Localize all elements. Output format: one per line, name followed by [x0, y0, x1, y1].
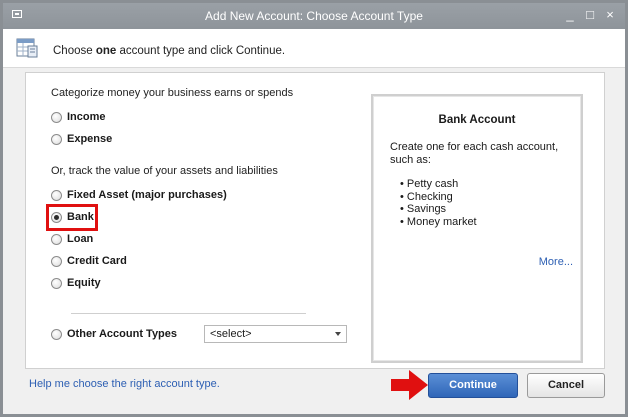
- red-arrow-icon: [391, 370, 428, 400]
- dropdown-arrow-icon[interactable]: [335, 332, 341, 336]
- radio-income-label: Income: [67, 111, 106, 123]
- close-button[interactable]: ×: [603, 7, 617, 23]
- cancel-button[interactable]: Cancel: [527, 373, 605, 398]
- radio-fixed-asset[interactable]: Fixed Asset (major purchases): [51, 187, 227, 203]
- radio-button[interactable]: [51, 255, 62, 267]
- instruction-text: Choose one account type and click Contin…: [53, 45, 285, 57]
- radio-loan[interactable]: Loan: [51, 231, 93, 247]
- radio-fixed-asset-label: Fixed Asset (major purchases): [67, 189, 227, 201]
- instruction-text-emphasis: one: [95, 45, 117, 57]
- instruction-header: Choose one account type and click Contin…: [3, 29, 625, 68]
- radio-credit-card-label: Credit Card: [67, 255, 127, 267]
- title-bar[interactable]: Add New Account: Choose Account Type _ □…: [3, 3, 625, 29]
- radio-button[interactable]: [51, 277, 62, 289]
- radio-other-label: Other Account Types: [67, 328, 178, 340]
- radio-income[interactable]: Income: [51, 109, 106, 125]
- radio-equity[interactable]: Equity: [51, 275, 101, 291]
- maximize-button[interactable]: □: [583, 7, 597, 23]
- radio-expense-label: Expense: [67, 133, 113, 145]
- select-value: <select>: [210, 328, 252, 340]
- radio-button[interactable]: [51, 328, 62, 340]
- radio-other-account-types[interactable]: Other Account Types: [51, 326, 177, 342]
- instruction-text-end: account type and click Continue.: [116, 45, 286, 57]
- radio-expense[interactable]: Expense: [51, 131, 112, 147]
- chart-of-accounts-icon: [16, 38, 38, 58]
- window-title: Add New Account: Choose Account Type: [205, 9, 423, 23]
- categorize-label: Categorize money your business earns or …: [51, 87, 294, 99]
- radio-button[interactable]: [51, 233, 62, 245]
- radio-equity-label: Equity: [67, 277, 101, 289]
- account-info-box: Bank Account Create one for each cash ac…: [371, 94, 583, 363]
- radio-button[interactable]: [51, 189, 62, 201]
- info-title: Bank Account: [438, 114, 516, 126]
- more-link[interactable]: More...: [539, 256, 573, 268]
- radio-button[interactable]: [51, 111, 62, 123]
- help-link[interactable]: Help me choose the right account type.: [29, 378, 220, 390]
- continue-button[interactable]: Continue: [428, 373, 518, 398]
- radio-button[interactable]: [51, 133, 62, 145]
- minimize-button[interactable]: _: [563, 7, 577, 23]
- account-type-panel: Categorize money your business earns or …: [25, 72, 605, 369]
- list-item: Savings: [400, 203, 477, 216]
- list-item: Checking: [400, 191, 477, 204]
- other-account-type-select[interactable]: <select>: [204, 325, 347, 343]
- list-item: Money market: [400, 216, 477, 229]
- radio-credit-card[interactable]: Credit Card: [51, 253, 127, 269]
- bank-highlight-box: [46, 204, 98, 231]
- info-examples-list: Petty cash Checking Savings Money market: [400, 178, 477, 228]
- dialog-window: Add New Account: Choose Account Type _ □…: [0, 0, 628, 417]
- radio-loan-label: Loan: [67, 233, 94, 245]
- info-description: Create one for each cash account, such a…: [390, 141, 559, 166]
- list-item: Petty cash: [400, 178, 477, 191]
- track-label: Or, track the value of your assets and l…: [51, 165, 278, 177]
- instruction-text-start: Choose: [53, 45, 96, 57]
- section-divider: [71, 313, 306, 314]
